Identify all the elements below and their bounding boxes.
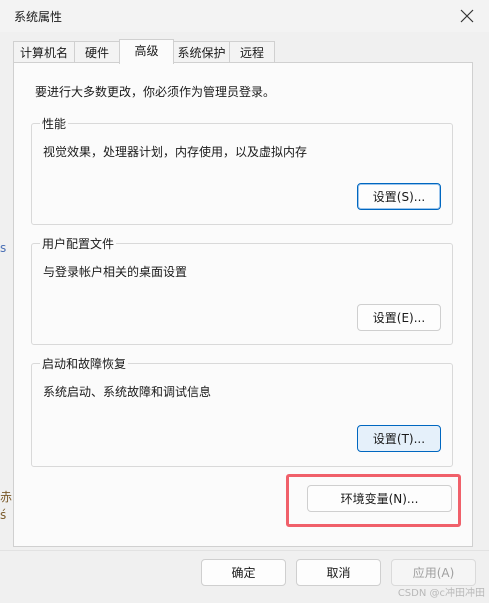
tab-remote[interactable]: 远程 (229, 41, 275, 63)
watermark: CSDN @c冲田冲田 (397, 588, 485, 599)
close-button[interactable] (455, 4, 479, 28)
startup-recovery-settings-button[interactable]: 设置(T)... (357, 425, 441, 452)
ok-button[interactable]: 确定 (201, 559, 286, 586)
title-bar: 系统属性 (0, 0, 489, 32)
tab-hardware[interactable]: 硬件 (74, 41, 120, 63)
apply-button[interactable]: 应用(A) (391, 559, 476, 586)
tab-system-protection[interactable]: 系统保护 (173, 41, 230, 63)
footer-separator (0, 550, 489, 551)
group-title: 启动和故障恢复 (40, 355, 129, 372)
background-window-fragment: ś (0, 508, 7, 522)
background-window-fragment: 赤 (0, 490, 13, 504)
group-title: 用户配置文件 (40, 235, 117, 252)
performance-settings-button[interactable]: 设置(S)... (357, 183, 441, 210)
tab-computer-name[interactable]: 计算机名 (13, 41, 75, 63)
admin-notice: 要进行大多数更改，你必须作为管理员登录。 (35, 85, 276, 99)
group-title: 性能 (40, 115, 69, 132)
performance-group: 性能 视觉效果，处理器计划，内存使用，以及虚拟内存 设置(S)... (31, 115, 453, 225)
close-icon (460, 9, 474, 23)
background-window-fragment: s (0, 241, 7, 255)
user-profiles-group: 用户配置文件 与登录帐户相关的桌面设置 设置(E)... (31, 235, 453, 345)
annotation-highlight-box (286, 474, 461, 527)
user-profiles-settings-button[interactable]: 设置(E)... (357, 304, 441, 331)
window-title: 系统属性 (14, 10, 63, 24)
group-description: 视觉效果，处理器计划，内存使用，以及虚拟内存 (43, 145, 308, 159)
tab-advanced[interactable]: 高级 (119, 39, 174, 64)
startup-recovery-group: 启动和故障恢复 系统启动、系统故障和调试信息 设置(T)... (31, 355, 453, 467)
group-description: 与登录帐户相关的桌面设置 (43, 265, 188, 279)
cancel-button[interactable]: 取消 (296, 559, 381, 586)
group-description: 系统启动、系统故障和调试信息 (43, 385, 212, 399)
